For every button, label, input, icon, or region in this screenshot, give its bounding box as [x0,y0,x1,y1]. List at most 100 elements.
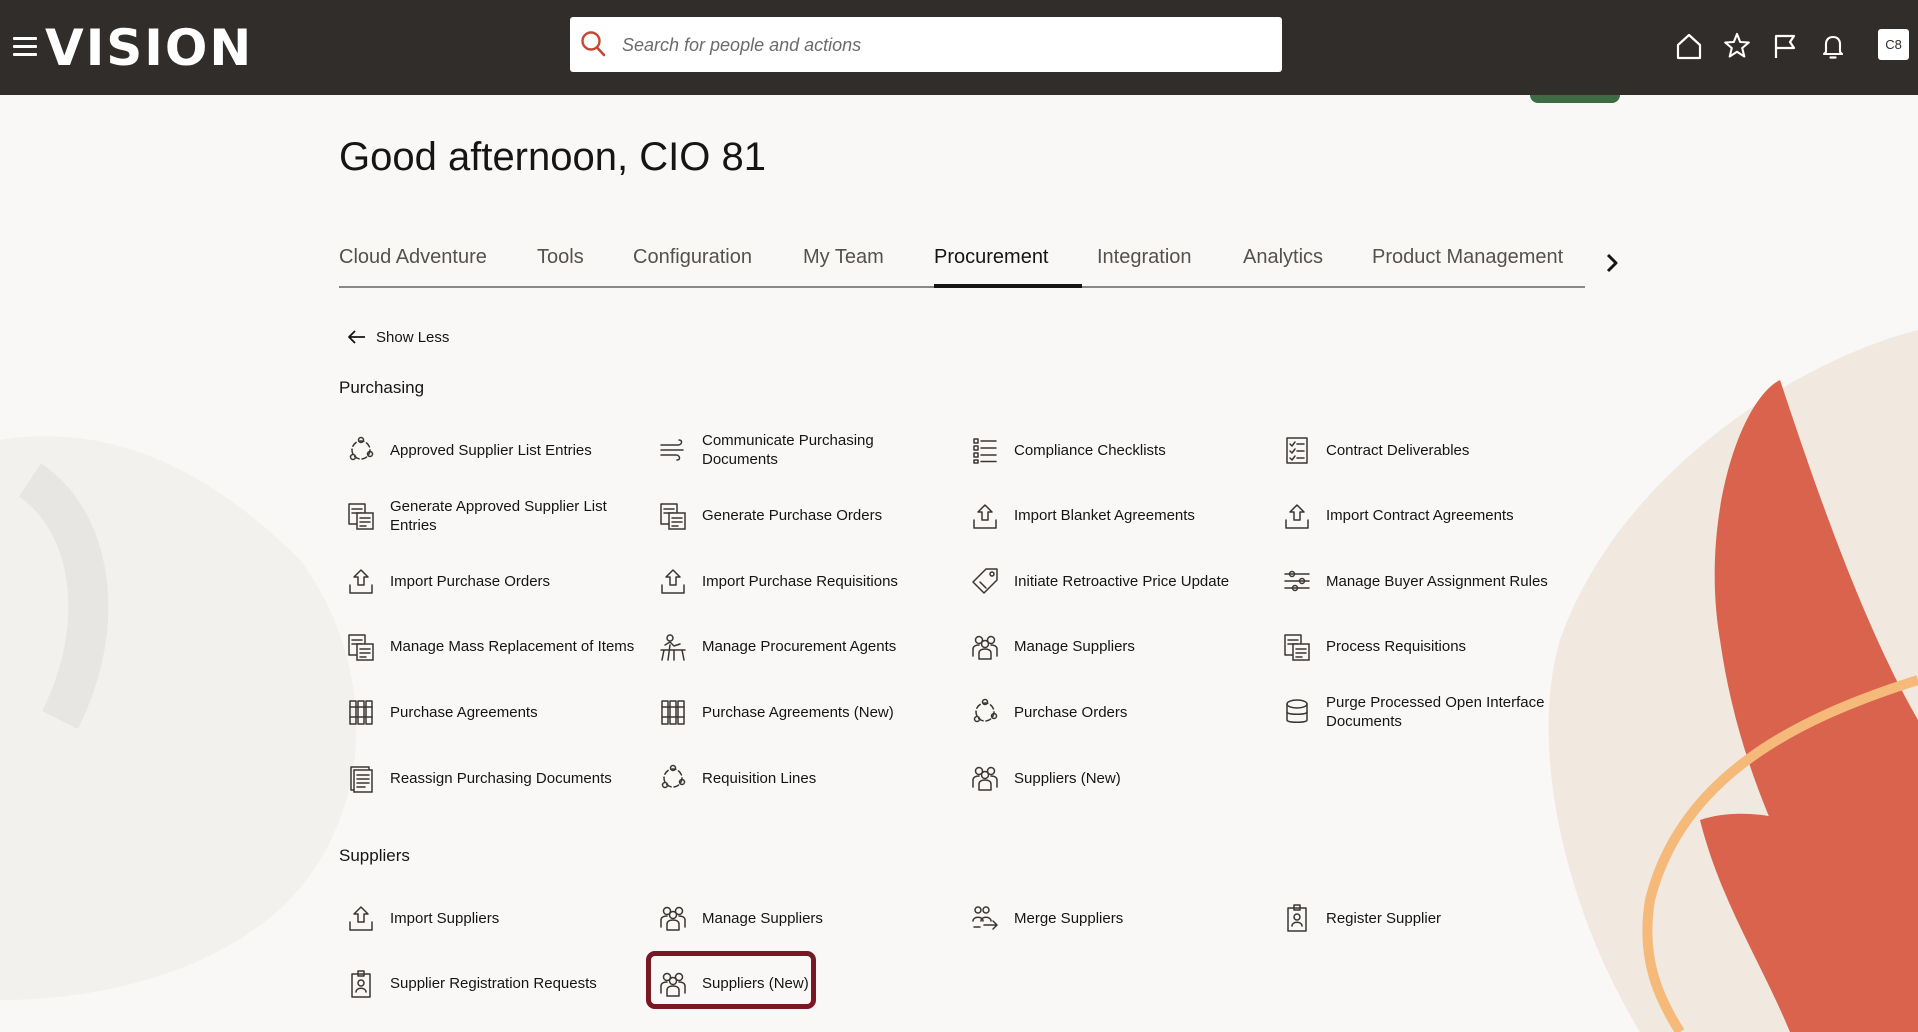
task-suppliers-register-supplier[interactable]: Register Supplier [1275,893,1575,943]
register-badge-icon [1287,904,1307,932]
show-less-label: Show Less [376,328,450,346]
upload-icon [973,503,997,529]
people-group-icon [972,635,998,660]
document-icon [350,766,373,793]
agent-desk-icon [660,634,686,661]
task-purchasing-import-purchase-requisitions[interactable]: Import Purchase Requisitions [651,556,951,606]
task-purchasing-manage-suppliers[interactable]: Manage Suppliers [963,622,1263,672]
task-purchasing-import-blanket-agreements[interactable]: Import Blanket Agreements [963,491,1263,541]
upload-icon [1285,503,1309,529]
greeting-title: Good afternoon, CIO 81 [339,135,766,179]
springboard-tabs: Cloud Adventure Tools Configuration My T… [339,238,1585,288]
task-purchasing-communicate-purchasing-documents[interactable]: Communicate Purchasing Documents [651,425,951,475]
task-label: Initiate Retroactive Price Update [1014,572,1230,590]
task-purchasing-purchase-orders[interactable]: Purchase Orders [963,687,1263,737]
task-label: Purge Processed Open Interface Documents [1326,694,1545,731]
task-purchasing-manage-buyer-assignment-rules[interactable]: Manage Buyer Assignment Rules [1275,556,1575,606]
task-label: Communicate Purchasing Documents [702,432,874,468]
tab-configuration[interactable]: Configuration [633,238,752,276]
task-purchasing-generate-purchase-orders[interactable]: Generate Purchase Orders [651,491,951,541]
task-label: Compliance Checklists [1014,441,1166,459]
task-label: Register Supplier [1326,909,1442,927]
decorative-leaf [1530,95,1620,103]
price-tag-icon [972,568,998,594]
arrow-left-icon [348,330,365,344]
people-group-icon [660,972,686,997]
task-purchasing-purchase-agreements[interactable]: Purchase Agreements [339,687,639,737]
task-label: Contract Deliverables [1326,441,1470,459]
task-label: Merge Suppliers [1014,909,1124,927]
tab-integration[interactable]: Integration [1097,238,1192,276]
task-suppliers-manage-suppliers[interactable]: Manage Suppliers [651,893,951,943]
upload-icon [349,906,373,931]
people-group-icon [972,766,998,791]
generate-doc-icon [660,502,686,530]
task-label: Import Contract Agreements [1326,507,1514,525]
task-label: Process Requisitions [1326,638,1467,656]
tab-tools[interactable]: Tools [537,238,584,276]
cycle-icon [349,436,374,461]
merge-people-icon [972,906,998,930]
task-suppliers-suppliers-new[interactable]: Suppliers (New) [651,959,951,1009]
task-purchasing-reassign-purchasing-documents[interactable]: Reassign Purchasing Documents [339,753,639,803]
task-purchasing-manage-mass-replacement-of-items[interactable]: Manage Mass Replacement of Items [339,622,639,672]
task-label: Reassign Purchasing Documents [390,769,612,787]
task-purchasing-generate-approved-supplier-list-entries[interactable]: Generate Approved Supplier List Entries [339,491,639,541]
task-label: Manage Suppliers [702,909,823,927]
cycle-icon [973,699,998,723]
register-badge-icon [351,969,371,998]
task-label: Suppliers (New) [1014,769,1121,787]
people-group-icon [660,906,686,931]
section-title-purchasing: Purchasing [339,378,425,397]
brand-logo[interactable]: VISION [45,18,253,78]
tab-procurement[interactable]: Procurement [934,238,1081,288]
checklist-icon [973,438,997,464]
task-suppliers-merge-suppliers[interactable]: Merge Suppliers [963,893,1263,943]
sliders-icon [1284,570,1310,592]
task-purchasing-process-requisitions[interactable]: Process Requisitions [1275,622,1575,672]
task-purchasing-approved-supplier-list-entries[interactable]: Approved Supplier List Entries [339,425,639,475]
cycle-icon [661,764,686,789]
database-icon [1286,699,1308,724]
task-label: Manage Buyer Assignment Rules [1326,572,1548,590]
chevron-right-icon[interactable] [1602,251,1622,275]
task-purchasing-compliance-checklists[interactable]: Compliance Checklists [963,425,1263,475]
show-less-link[interactable]: Show Less [347,324,449,350]
menu-icon[interactable] [13,37,37,57]
top-navigation-bar: VISION C8 [0,0,1918,95]
task-label: Manage Suppliers [1014,638,1135,656]
task-purchasing-contract-deliverables[interactable]: Contract Deliverables [1275,425,1575,475]
task-purchasing-purchase-agreements-new[interactable]: Purchase Agreements (New) [651,687,951,737]
search-icon[interactable] [578,29,608,59]
generate-doc-icon [348,634,374,661]
tab-analytics[interactable]: Analytics [1243,238,1323,276]
task-label: Generate Approved Supplier List Entries [390,497,607,534]
global-search[interactable] [570,17,1282,74]
task-label: Manage Procurement Agents [702,638,897,656]
task-purchasing-import-contract-agreements[interactable]: Import Contract Agreements [1275,491,1575,541]
home-icon[interactable] [1674,30,1704,62]
task-label: Suppliers (New) [702,975,809,993]
task-suppliers-supplier-registration-requests[interactable]: Supplier Registration Requests [339,959,639,1009]
task-purchasing-import-purchase-orders[interactable]: Import Purchase Orders [339,556,639,606]
task-label: Import Purchase Requisitions [702,572,898,590]
user-avatar[interactable]: C8 [1878,29,1909,60]
task-suppliers-import-suppliers[interactable]: Import Suppliers [339,893,639,943]
task-purchasing-requisition-lines[interactable]: Requisition Lines [651,753,951,803]
flag-icon[interactable] [1770,30,1800,62]
tab-my-team[interactable]: My Team [803,238,884,276]
search-input[interactable] [620,17,1264,74]
task-purchasing-initiate-retroactive-price-update[interactable]: Initiate Retroactive Price Update [963,556,1263,606]
binders-icon [661,700,685,726]
task-purchasing-manage-procurement-agents[interactable]: Manage Procurement Agents [651,622,951,672]
task-label: Import Suppliers [390,909,500,927]
task-purchasing-purge-processed-open-interface-documents[interactable]: Purge Processed Open Interface Documents [1275,687,1575,737]
bell-icon[interactable] [1818,30,1848,62]
task-purchasing-suppliers-new[interactable]: Suppliers (New) [963,753,1263,803]
star-icon[interactable] [1722,30,1752,62]
tab-product-management[interactable]: Product Management [1372,238,1563,276]
wind-icon [660,439,684,461]
generate-doc-icon [348,502,374,530]
tab-cloud-adventure[interactable]: Cloud Adventure [339,238,487,276]
task-label: Requisition Lines [702,769,817,787]
